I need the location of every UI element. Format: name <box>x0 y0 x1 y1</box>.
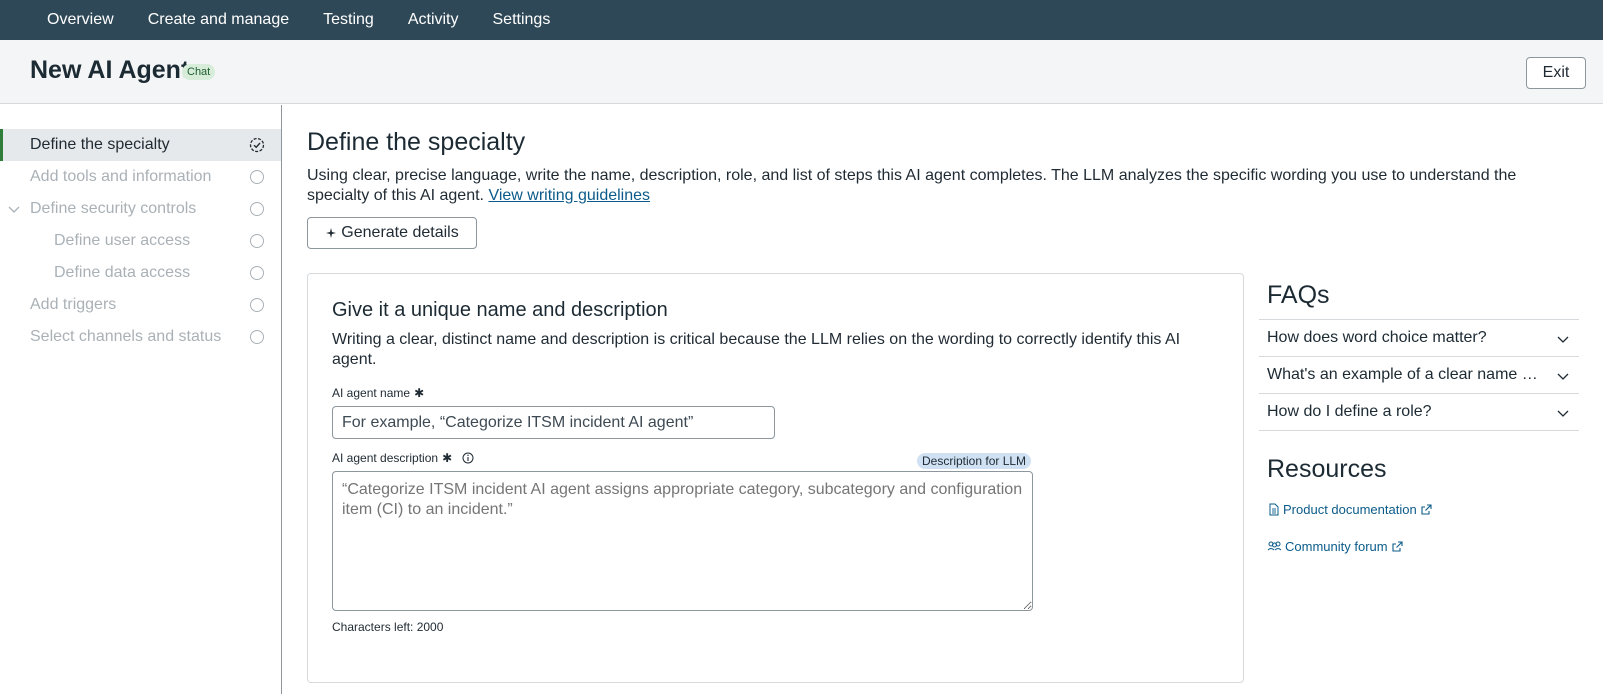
nav-settings[interactable]: Settings <box>493 11 551 29</box>
step-label: Define the specialty <box>30 136 170 153</box>
chevron-down-icon[interactable] <box>8 203 20 215</box>
agent-description-label-text: AI agent description <box>332 451 439 465</box>
agent-name-input[interactable] <box>332 406 775 439</box>
step-add-tools[interactable]: Add tools and information <box>0 161 281 193</box>
step-label: Define data access <box>54 264 191 281</box>
section-intro: Using clear, precise language, write the… <box>307 166 1577 206</box>
characters-left: Characters left: 2000 <box>332 620 444 634</box>
required-asterisk-icon: ✱ <box>414 386 425 400</box>
external-link-icon <box>1421 504 1432 515</box>
generate-details-button[interactable]: Generate details <box>307 217 477 249</box>
step-define-specialty[interactable]: Define the specialty <box>0 129 281 161</box>
document-icon <box>1269 503 1279 516</box>
step-label: Define user access <box>54 232 191 249</box>
step-label: Select channels and status <box>30 328 222 345</box>
section-title: Define the specialty <box>307 128 526 156</box>
nav-activity[interactable]: Activity <box>408 11 459 29</box>
step-user-access[interactable]: Define user access <box>0 225 281 257</box>
top-nav: Overview Create and manage Testing Activ… <box>0 0 1603 40</box>
writing-guidelines-link[interactable]: View writing guidelines <box>488 187 650 204</box>
people-icon <box>1267 541 1282 551</box>
pending-circle-icon <box>250 170 264 184</box>
agent-description-textarea[interactable] <box>332 471 1033 611</box>
pending-circle-icon <box>250 202 264 216</box>
step-security-controls[interactable]: Define security controls <box>0 193 281 225</box>
step-channels-status[interactable]: Select channels and status <box>0 321 281 353</box>
pending-circle-icon <box>250 330 264 344</box>
nav-testing[interactable]: Testing <box>323 11 374 29</box>
step-label: Add tools and information <box>30 168 212 185</box>
step-add-triggers[interactable]: Add triggers <box>0 289 281 321</box>
chevron-down-icon <box>1557 410 1569 417</box>
chat-badge: Chat <box>182 64 216 80</box>
faq-question: What's an example of a clear name and de… <box>1267 366 1545 383</box>
step-label: Add triggers <box>30 296 117 313</box>
sparkle-icon <box>326 228 337 238</box>
faq-question: How does word choice matter? <box>1267 329 1487 346</box>
faqs-title: FAQs <box>1267 281 1330 309</box>
agent-name-label: AI agent name ✱ <box>332 386 424 400</box>
card-title: Give it a unique name and description <box>332 299 668 321</box>
product-documentation-label: Product documentation <box>1283 502 1417 517</box>
step-label: Define security controls <box>30 200 197 217</box>
pending-circle-icon <box>250 234 264 248</box>
step-data-access[interactable]: Define data access <box>0 257 281 289</box>
faq-item[interactable]: What's an example of a clear name and de… <box>1259 357 1579 394</box>
exit-button[interactable]: Exit <box>1526 57 1586 89</box>
chevron-down-icon <box>1557 336 1569 343</box>
steps-sidebar: Define the specialty Add tools and infor… <box>0 105 282 694</box>
nav-create-and-manage[interactable]: Create and manage <box>148 11 289 29</box>
info-icon[interactable] <box>462 452 474 464</box>
agent-description-label: AI agent description ✱ <box>332 451 474 465</box>
generate-details-label: Generate details <box>341 224 459 241</box>
product-documentation-link[interactable]: Product documentation <box>1267 502 1436 517</box>
pending-circle-icon <box>250 298 264 312</box>
description-for-llm-badge: Description for LLM <box>917 453 1032 469</box>
card-description: Writing a clear, distinct name and descr… <box>332 331 1181 368</box>
external-link-icon <box>1392 541 1403 552</box>
faq-item[interactable]: How does word choice matter? <box>1259 320 1579 357</box>
page-title: New AI Agent <box>30 56 190 84</box>
faq-item[interactable]: How do I define a role? <box>1259 394 1579 431</box>
in-progress-icon <box>249 137 265 153</box>
agent-name-label-text: AI agent name <box>332 386 411 400</box>
pending-circle-icon <box>250 266 264 280</box>
faq-question: How do I define a role? <box>1267 403 1432 420</box>
community-forum-label: Community forum <box>1285 539 1388 554</box>
nav-overview[interactable]: Overview <box>47 11 114 29</box>
chevron-down-icon <box>1557 373 1569 380</box>
page-header: New AI Agent Chat Exit <box>0 40 1603 104</box>
community-forum-link[interactable]: Community forum <box>1267 539 1407 554</box>
required-asterisk-icon: ✱ <box>442 451 453 465</box>
name-description-card: Give it a unique name and description Wr… <box>307 273 1244 683</box>
resources-title: Resources <box>1267 455 1387 483</box>
